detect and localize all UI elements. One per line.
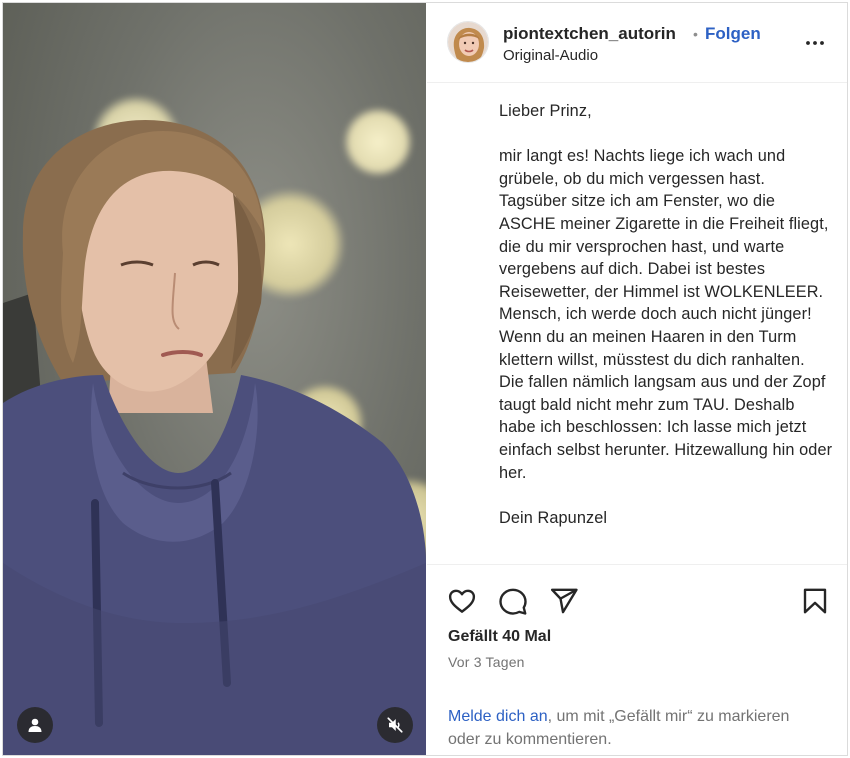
follow-button[interactable]: Folgen xyxy=(705,24,761,44)
post-dialog: piontextchen_autorin • Folgen Original-A… xyxy=(2,2,848,756)
tagged-user-button[interactable] xyxy=(17,707,53,743)
share-button[interactable] xyxy=(549,586,579,616)
audio-link[interactable]: Original-Audio xyxy=(503,47,598,64)
more-options-button[interactable] xyxy=(803,31,827,55)
caption-greeting: Lieber Prinz, xyxy=(499,102,592,120)
save-button[interactable] xyxy=(800,586,830,616)
bookmark-icon xyxy=(803,588,827,614)
heart-icon xyxy=(448,589,476,613)
comment-button[interactable] xyxy=(498,586,528,616)
muted-speaker-icon xyxy=(387,717,403,733)
share-icon xyxy=(550,588,578,614)
post-date[interactable]: Vor 3 Tagen xyxy=(448,654,525,670)
caption-signature: Dein Rapunzel xyxy=(499,508,608,527)
reel-video[interactable] xyxy=(3,3,426,755)
post-header: piontextchen_autorin • Folgen Original-A… xyxy=(427,3,847,83)
login-link[interactable]: Melde dich an xyxy=(448,708,548,725)
comment-icon xyxy=(499,588,527,615)
toggle-audio-button[interactable] xyxy=(377,707,413,743)
avatar[interactable] xyxy=(447,21,489,63)
person-illustration xyxy=(3,119,426,755)
caption-body: mir langt es! Nachts liege ich wach und … xyxy=(499,147,833,482)
post-details: piontextchen_autorin • Folgen Original-A… xyxy=(427,3,847,755)
username-link[interactable]: piontextchen_autorin xyxy=(503,24,676,44)
post-caption: Lieber Prinz, mir langt es! Nachts liege… xyxy=(499,100,834,552)
action-bar: Gefällt 40 Mal Vor 3 Tagen Melde dich an… xyxy=(427,564,847,755)
more-options-icon xyxy=(806,41,824,45)
user-icon xyxy=(28,718,42,732)
like-count[interactable]: Gefällt 40 Mal xyxy=(448,628,551,646)
separator-dot: • xyxy=(693,26,698,42)
login-prompt: Melde dich an, um mit „Gefällt mir“ zu m… xyxy=(448,705,798,751)
like-button[interactable] xyxy=(447,586,477,616)
